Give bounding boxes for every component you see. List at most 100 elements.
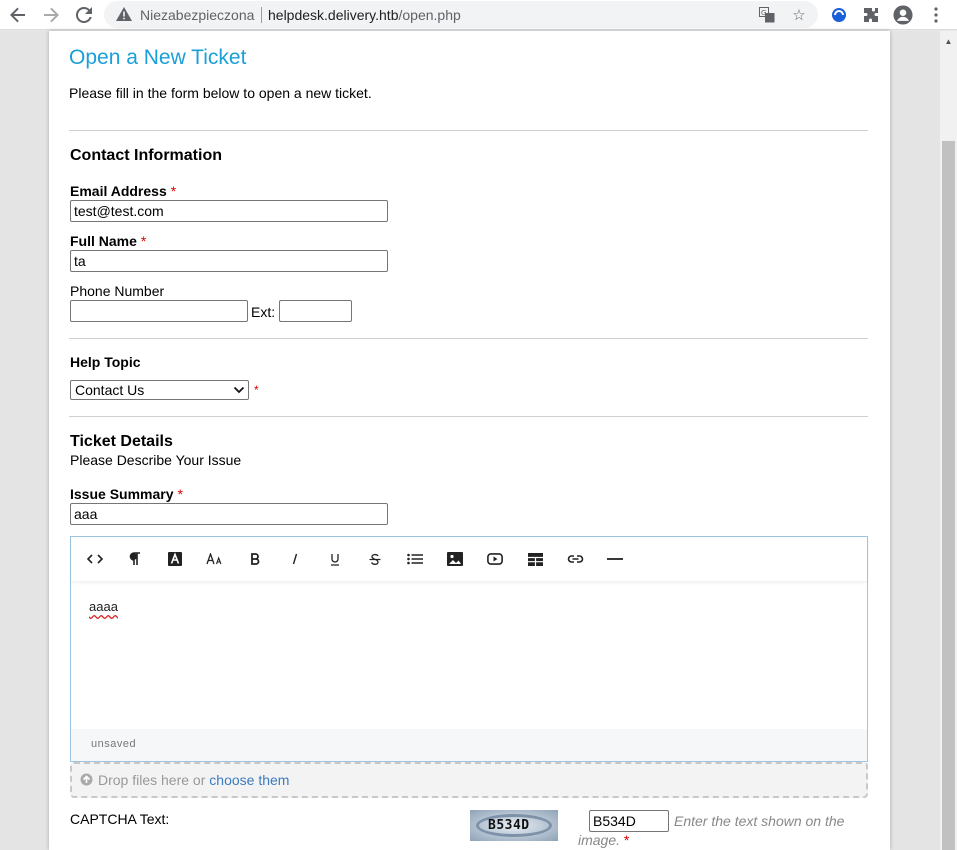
scrollbar-thumb[interactable]	[942, 141, 955, 850]
name-label-text: Full Name	[70, 233, 137, 249]
editor-status-bar: unsaved	[71, 729, 867, 761]
forward-button[interactable]	[39, 4, 63, 26]
italic-icon[interactable]	[284, 549, 306, 569]
arrow-right-icon	[44, 7, 59, 23]
issue-summary-label: Issue Summary *	[70, 486, 183, 502]
draft-status: unsaved	[91, 738, 137, 750]
url-path: /open.php	[398, 7, 461, 23]
divider	[69, 416, 868, 417]
paragraph-icon[interactable]	[124, 549, 146, 569]
contact-heading: Contact Information	[70, 147, 222, 164]
url-host: helpdesk.delivery.htb	[268, 7, 399, 23]
code-view-icon[interactable]	[84, 549, 106, 569]
ext-label: Ext:	[251, 304, 276, 320]
editor-toolbar	[71, 537, 867, 581]
captcha-code: B534D	[488, 818, 530, 833]
video-glyph	[487, 553, 503, 565]
captcha-label: CAPTCHA Text:	[70, 811, 170, 827]
browser-toolbar: Niezabezpieczona helpdesk.delivery.htb/o…	[0, 0, 957, 30]
svg-text:G: G	[761, 9, 766, 17]
phone-ext-input[interactable]	[279, 300, 352, 322]
reload-button[interactable]	[72, 4, 96, 26]
issue-summary-input[interactable]	[70, 503, 388, 525]
required-mark: *	[170, 183, 177, 199]
issue-summary-label-text: Issue Summary	[70, 486, 174, 502]
page-intro: Please fill in the form below to open a …	[69, 85, 372, 101]
required-mark: *	[140, 233, 147, 249]
italic-glyph	[292, 553, 298, 565]
required-mark: *	[177, 486, 183, 502]
captcha-input[interactable]	[589, 810, 669, 832]
chevron-down-icon	[233, 386, 245, 394]
underline-glyph	[331, 553, 339, 566]
editor-content[interactable]: aaaa	[89, 599, 118, 614]
font-size-glyph	[206, 553, 222, 565]
url-text[interactable]: helpdesk.delivery.htb/open.php	[268, 7, 461, 23]
extension-blue-glyph	[832, 8, 846, 22]
bookmark-star-icon[interactable]: ☆	[790, 6, 808, 24]
help-topic-selected: Contact Us	[75, 382, 145, 398]
phone-label: Phone Number	[70, 283, 165, 299]
omnibox-divider	[261, 7, 262, 23]
name-label: Full Name *	[70, 233, 146, 249]
page-title: Open a New Ticket	[69, 46, 247, 69]
rich-text-editor[interactable]: aaaa unsaved	[70, 536, 868, 762]
table-icon[interactable]	[524, 549, 546, 569]
full-name-input[interactable]	[70, 250, 388, 272]
link-glyph	[567, 555, 583, 563]
reload-icon	[76, 7, 92, 23]
file-dropzone[interactable]: Drop files here or choose them	[70, 762, 868, 798]
translate-glyph: G	[759, 7, 775, 23]
profile-glyph	[893, 5, 913, 25]
back-button[interactable]	[6, 4, 30, 26]
text-color-glyph	[168, 552, 182, 566]
vertical-scrollbar[interactable]: ▲	[940, 31, 957, 850]
table-glyph	[527, 552, 543, 566]
scroll-up-arrow-icon[interactable]: ▲	[940, 35, 957, 47]
underline-icon[interactable]	[324, 549, 346, 569]
image-icon[interactable]	[444, 549, 466, 569]
ticket-details-heading: Ticket Details	[70, 433, 173, 450]
divider	[69, 338, 868, 339]
pilcrow-glyph	[129, 552, 140, 565]
upload-arrow-icon	[80, 773, 93, 786]
warning-icon	[116, 7, 132, 21]
help-topic-select[interactable]: Contact Us	[70, 380, 249, 400]
extension-blue-icon[interactable]	[829, 5, 849, 25]
list-glyph	[407, 553, 423, 565]
bold-glyph	[251, 553, 260, 565]
bullet-list-icon[interactable]	[404, 549, 426, 569]
kebab-glyph	[934, 7, 938, 23]
code-glyph	[87, 554, 103, 564]
arrow-left-icon	[10, 7, 25, 23]
security-status[interactable]: Niezabezpieczona	[140, 7, 254, 23]
email-label-text: Email Address	[70, 183, 167, 199]
email-input[interactable]	[70, 200, 388, 222]
video-icon[interactable]	[484, 549, 506, 569]
strikethrough-icon[interactable]	[364, 549, 386, 569]
hr-glyph	[607, 558, 623, 560]
strikethrough-glyph	[369, 553, 381, 565]
puzzle-icon[interactable]	[861, 5, 881, 25]
dropzone-text: Drop files here or choose them	[98, 772, 289, 788]
choose-files-link[interactable]: choose them	[209, 772, 289, 788]
image-glyph	[447, 552, 463, 566]
required-mark: *	[254, 383, 259, 397]
address-bar[interactable]: Niezabezpieczona helpdesk.delivery.htb/o…	[104, 1, 818, 28]
help-topic-label: Help Topic	[70, 354, 141, 370]
captcha-image: B534D	[470, 810, 558, 841]
horizontal-rule-icon[interactable]	[604, 549, 626, 569]
divider	[69, 130, 868, 131]
bold-icon[interactable]	[244, 549, 266, 569]
font-size-icon[interactable]	[204, 549, 226, 569]
required-mark: *	[623, 832, 630, 848]
text-color-icon[interactable]	[164, 549, 186, 569]
ticket-details-subheading: Please Describe Your Issue	[70, 452, 242, 468]
more-menu-icon[interactable]	[926, 5, 946, 25]
link-icon[interactable]	[564, 549, 586, 569]
puzzle-glyph	[864, 8, 878, 22]
dropzone-prefix: Drop files here or	[98, 772, 206, 788]
profile-avatar-icon[interactable]	[893, 5, 913, 25]
phone-input[interactable]	[70, 300, 248, 322]
translate-icon[interactable]: G	[758, 6, 776, 24]
